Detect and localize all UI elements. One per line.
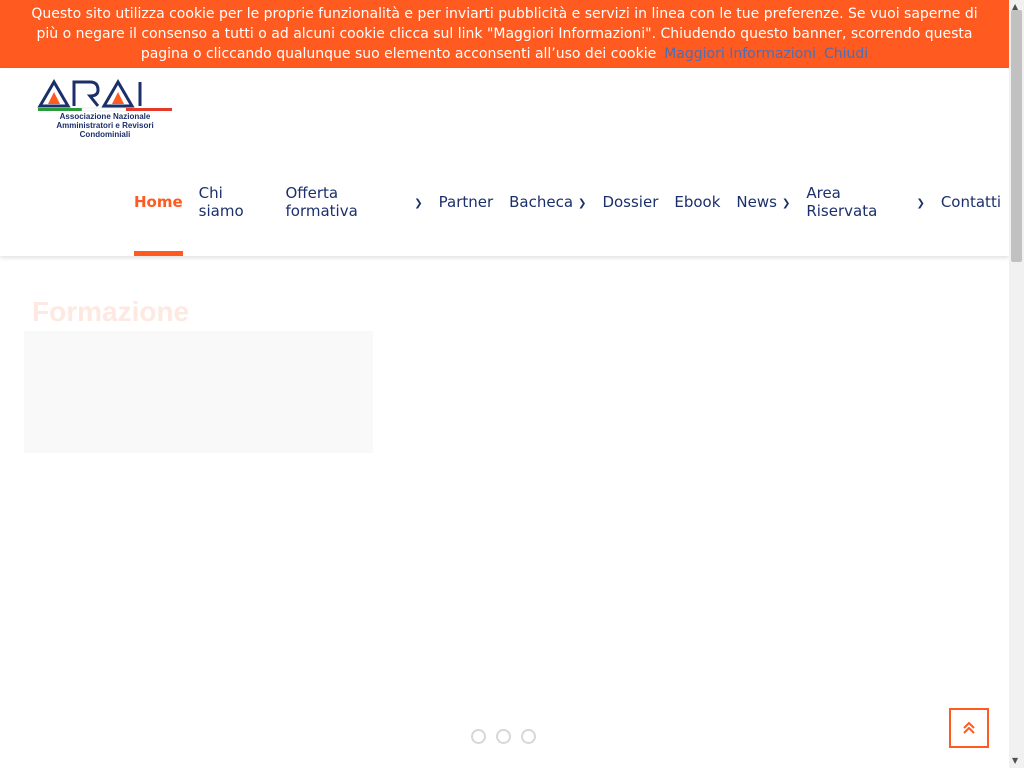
- nav-item-label: News: [736, 193, 777, 211]
- slider-dot[interactable]: [496, 729, 511, 744]
- hero-title: Formazione: [32, 296, 190, 327]
- nav-item-area-riservata[interactable]: Area Riservata ❯: [798, 174, 932, 230]
- double-chevron-up-icon: [963, 721, 975, 734]
- chevron-down-icon: ❯: [916, 197, 925, 209]
- nav-item-label: Partner: [438, 193, 494, 211]
- nav-item-label: Dossier: [602, 193, 659, 211]
- slider-dot[interactable]: [471, 729, 486, 744]
- chevron-down-icon: ❯: [781, 197, 791, 209]
- logo-subtitle-line1: Associazione Nazionale: [59, 112, 151, 121]
- logo-subtitle: Associazione Nazionale Amministratori e …: [34, 112, 176, 139]
- hero-caption-box: [24, 331, 373, 453]
- nav-item-label: Home: [134, 193, 183, 211]
- page-scrollbar[interactable]: ▲ ▼: [1009, 0, 1024, 768]
- scrollbar-thumb[interactable]: [1011, 10, 1022, 262]
- chevron-down-icon: ❯: [414, 197, 423, 209]
- nav-item-label: Chi siamo: [198, 184, 244, 220]
- nav-item-label: Bacheca: [509, 193, 574, 211]
- nav-item-label: Offerta formativa: [285, 184, 358, 220]
- nav-item-label: Ebook: [674, 193, 721, 211]
- cookie-banner: Questo sito utilizza cookie per le propr…: [0, 0, 1009, 68]
- nav-item-dossier[interactable]: Dossier: [594, 174, 666, 230]
- nav-item-ebook[interactable]: Ebook: [666, 174, 728, 230]
- nav-item-partner[interactable]: Partner: [431, 174, 502, 230]
- cookie-close-link[interactable]: Chiudi: [824, 46, 868, 62]
- logo-subtitle-line2: Amministratori e Revisori Condominiali: [56, 121, 154, 139]
- site-header: Associazione Nazionale Amministratori e …: [0, 68, 1009, 256]
- nav-item-offerta-formativa[interactable]: Offerta formativa ❯: [278, 174, 431, 230]
- arai-logo[interactable]: Associazione Nazionale Amministratori e …: [34, 78, 176, 139]
- arai-logo-mark: [37, 79, 172, 112]
- nav-item-chi-siamo[interactable]: Chi siamo: [191, 174, 278, 230]
- nav-item-bacheca[interactable]: Bacheca ❯: [501, 174, 594, 230]
- nav-item-home[interactable]: Home: [126, 174, 191, 256]
- nav-item-news[interactable]: News ❯: [728, 174, 798, 230]
- scroll-down-arrow-icon[interactable]: ▼: [1012, 756, 1018, 765]
- nav-item-label: Contatti: [940, 193, 1001, 211]
- back-to-top-button[interactable]: [949, 708, 989, 748]
- nav-item-contatti[interactable]: Contatti: [933, 174, 1009, 230]
- cookie-more-info-link[interactable]: Maggiori Informazioni: [664, 46, 816, 62]
- chevron-down-icon: ❯: [578, 197, 587, 209]
- main-navigation: Home Chi siamo Offerta formativa ❯ Partne…: [126, 174, 1009, 256]
- slider-dots: [471, 729, 536, 744]
- slider-dot[interactable]: [521, 729, 536, 744]
- nav-item-label: Area Riservata: [806, 184, 878, 220]
